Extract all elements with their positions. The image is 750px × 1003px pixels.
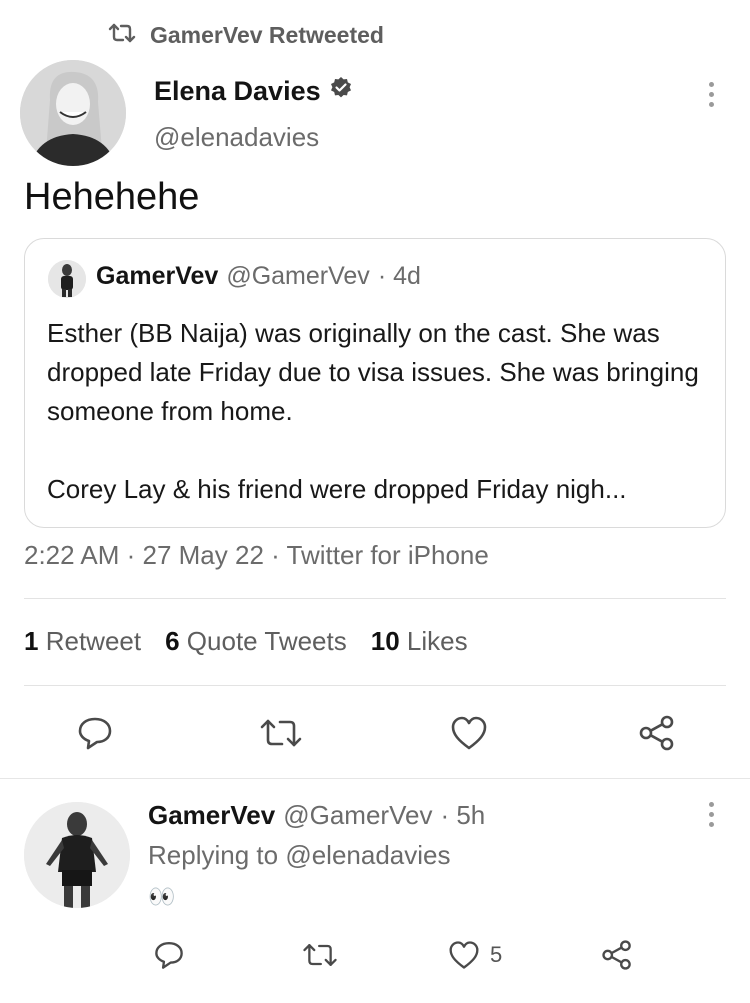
avatar [48,260,86,298]
reply-header: GamerVev @GamerVev · 5h [148,800,485,831]
reply-text: 👀 [148,884,176,909]
share-icon [639,715,674,751]
share-icon [602,940,631,970]
retweet-button[interactable] [300,936,340,974]
quoted-tweet-text: Esther (BB Naija) was originally on the … [47,314,707,509]
replying-to-mention[interactable]: @elenadavies [285,840,450,870]
verified-badge-icon [329,76,353,107]
reply-button[interactable] [150,936,188,974]
replying-to: Replying to @elenadavies [148,840,450,871]
share-button[interactable] [636,712,678,754]
reply-time: · 5h [440,800,486,830]
quoted-paragraph: Esther (BB Naija) was originally on the … [47,318,699,426]
quoted-tweet-header: GamerVev @GamerVev · 4d [96,262,421,291]
divider [24,598,726,599]
avatar[interactable] [24,802,130,908]
reply-icon [155,942,183,969]
retweeted-header[interactable]: GamerVev Retweeted [108,20,384,50]
more-vertical-icon[interactable] [707,802,715,827]
heart-icon [449,941,479,969]
divider [24,685,726,686]
reply-author-handle[interactable]: @GamerVev [283,800,432,831]
like-button[interactable] [448,712,490,754]
divider [0,778,750,779]
author-name[interactable]: Elena Davies [154,76,353,107]
like-count: 5 [490,942,503,967]
reply-button[interactable] [74,712,116,754]
tweet-timestamp[interactable]: 2:22 AM · 27 May 22 · Twitter for iPhone [24,540,489,571]
replying-to-label: Replying to [148,840,279,870]
reply-icon [78,717,112,750]
author-name-text: Elena Davies [154,76,321,106]
likes-stat[interactable]: 10 Likes [371,626,468,657]
retweet-button[interactable] [258,712,304,754]
quoted-paragraph: Corey Lay & his friend were dropped Frid… [47,474,627,504]
retweeted-by-label: GamerVev Retweeted [150,21,384,48]
retweet-icon [108,22,136,49]
retweets-stat[interactable]: 1 Retweet [24,626,141,657]
tweet-stats: 1 Retweet 6 Quote Tweets 10 Likes [24,626,468,657]
share-button[interactable] [598,936,636,974]
reply-author-name[interactable]: GamerVev [148,800,275,831]
quoted-author-name: GamerVev [96,262,219,290]
like-button[interactable]: 5 [448,936,502,974]
retweet-icon [260,719,302,747]
retweet-icon [303,944,337,966]
tweet-text: Hehehehe [24,176,200,218]
quote-tweets-stat[interactable]: 6 Quote Tweets [165,626,347,657]
heart-icon [451,716,487,750]
more-vertical-icon[interactable] [707,82,715,107]
author-handle[interactable]: @elenadavies [154,122,319,153]
quoted-tweet-time: · 4d [377,262,421,290]
avatar[interactable] [20,60,126,166]
quoted-author-handle: @GamerVev [226,262,370,290]
